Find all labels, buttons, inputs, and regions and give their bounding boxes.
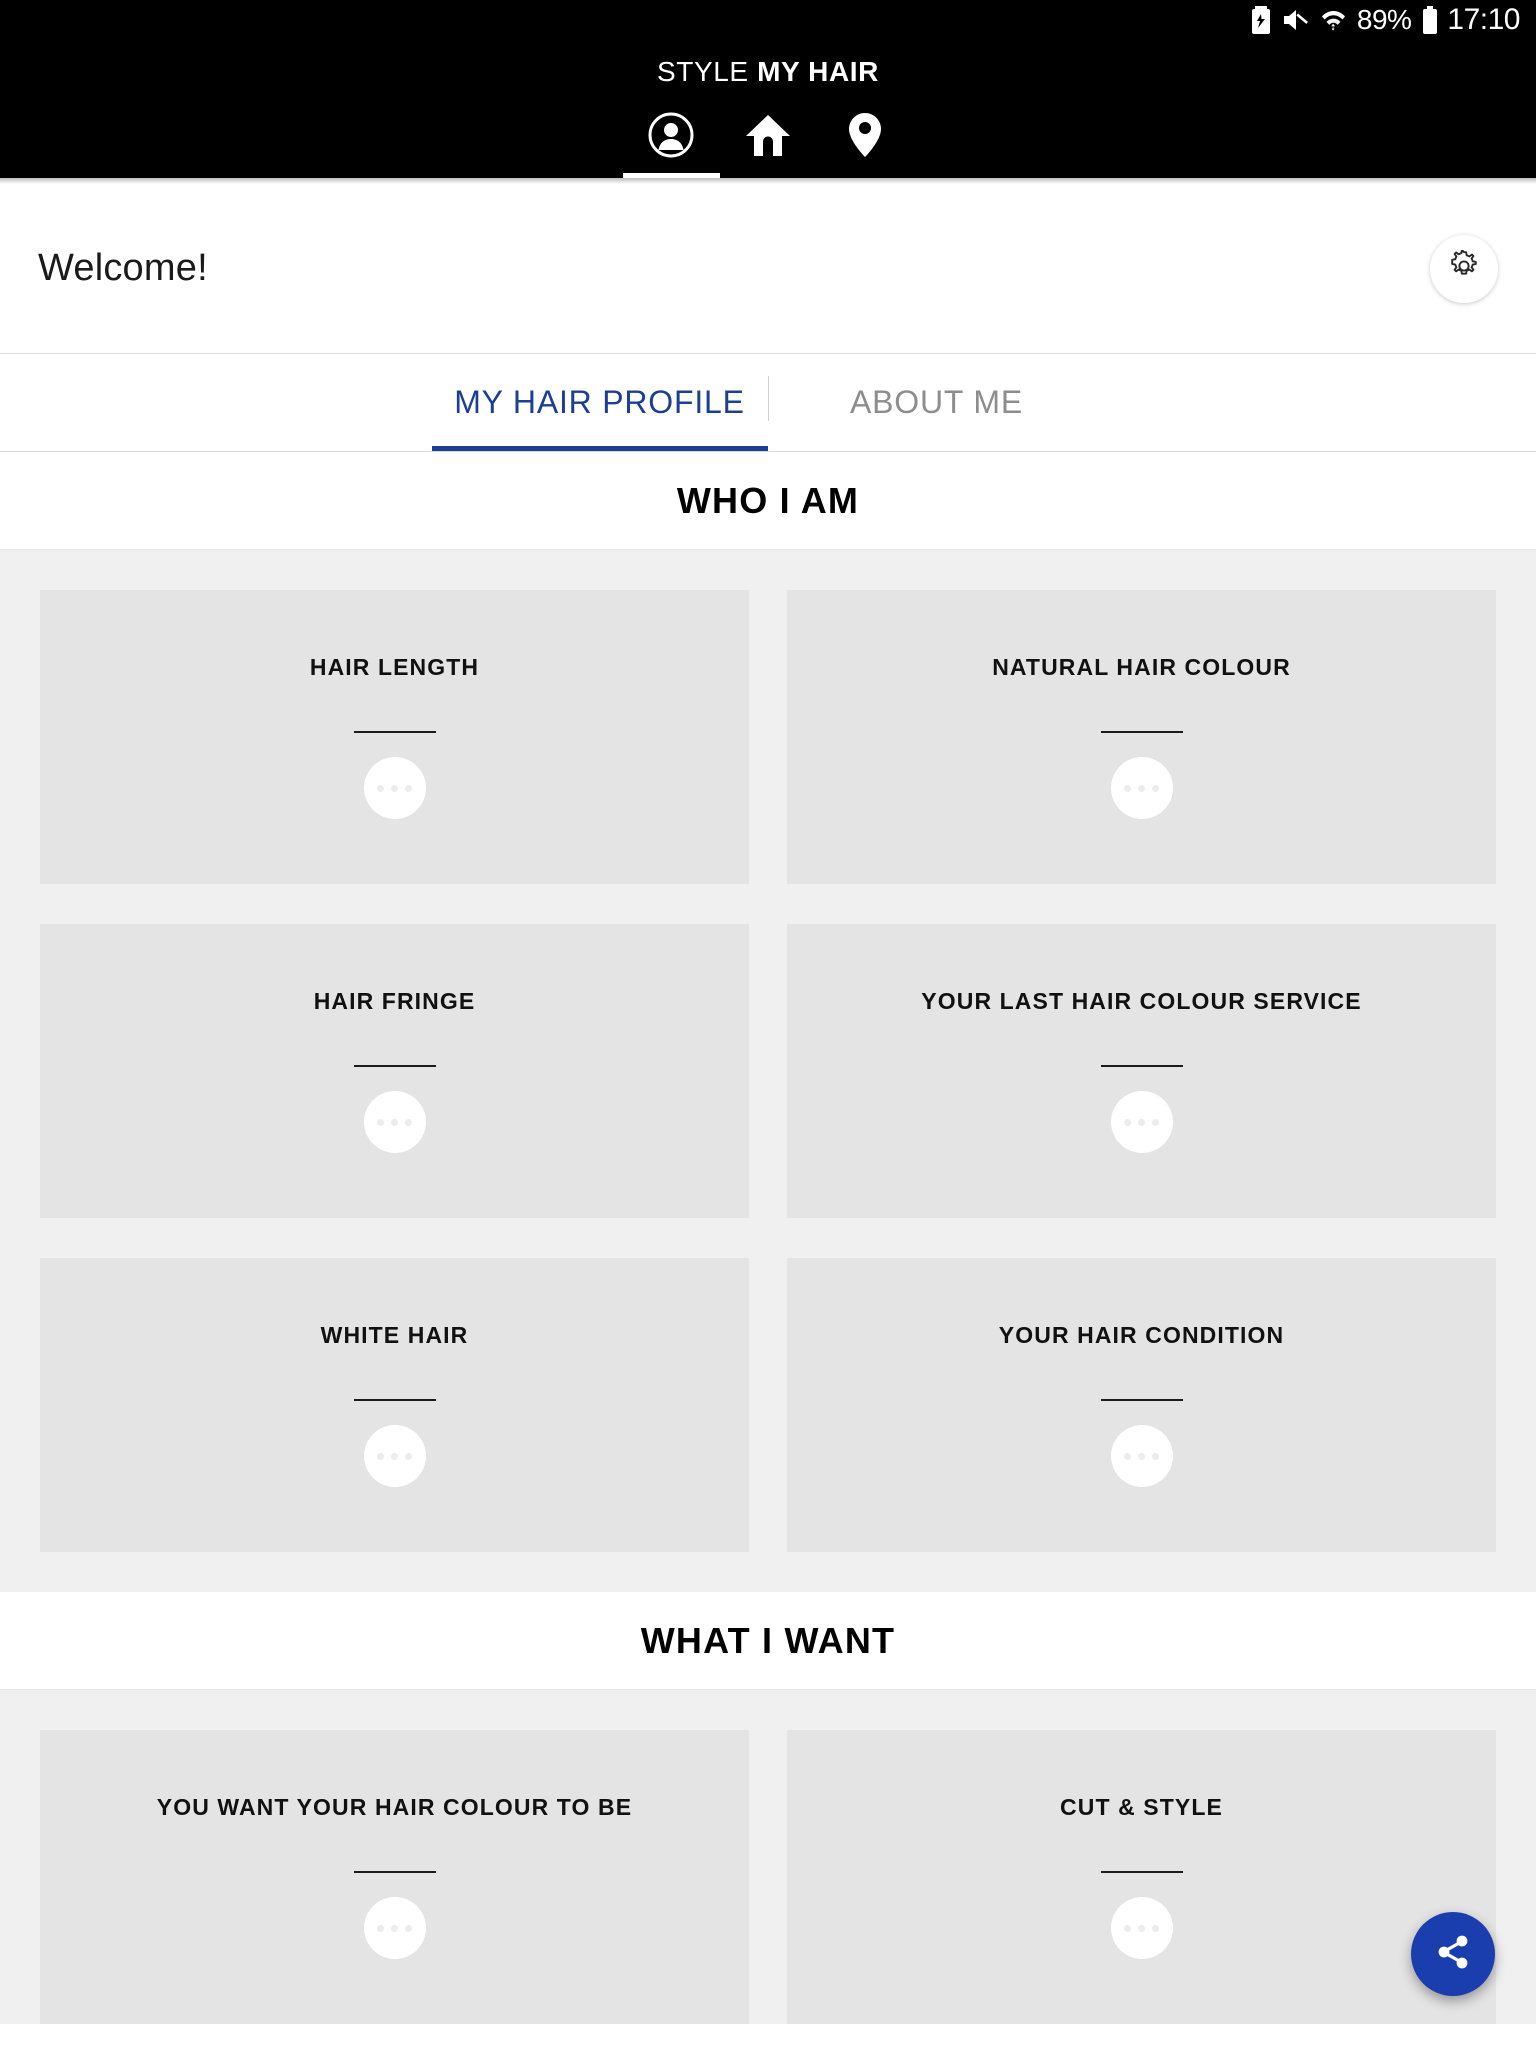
card-loading-dots-icon[interactable]	[1110, 757, 1173, 819]
card-title: YOUR HAIR CONDITION	[998, 1322, 1285, 1348]
battery-percent-label: 89%	[1356, 4, 1412, 35]
card-loading-dots-icon[interactable]	[363, 757, 426, 819]
profile-tabs: MY HAIR PROFILE ABOUT ME	[0, 354, 1536, 452]
section-header-who-i-am: WHO I AM	[0, 452, 1536, 550]
card-loading-dots-icon[interactable]	[363, 1897, 426, 1959]
card-natural-hair-colour[interactable]: NATURAL HAIR COLOUR	[787, 590, 1496, 884]
tab-about-me[interactable]: ABOUT ME	[769, 354, 1105, 451]
card-row: WHITE HAIR YOUR HAIR CONDITION	[40, 1258, 1496, 1552]
section-title: WHO I AM	[676, 479, 860, 521]
location-pin-icon	[848, 112, 882, 158]
card-title: HAIR FRINGE	[313, 988, 476, 1014]
app-title-bold: MY HAIR	[757, 56, 879, 87]
card-loading-dots-icon[interactable]	[1110, 1897, 1173, 1959]
card-row: YOU WANT YOUR HAIR COLOUR TO BE CUT & ST…	[40, 1730, 1496, 2024]
nav-tab-home[interactable]	[720, 106, 817, 178]
card-hair-colour-goal[interactable]: YOU WANT YOUR HAIR COLOUR TO BE	[40, 1730, 749, 2024]
battery-icon	[1422, 6, 1438, 34]
clock-label: 17:10	[1447, 3, 1520, 36]
battery-saver-icon	[1251, 6, 1271, 34]
section-title: WHAT I WANT	[640, 1619, 896, 1661]
status-bar: 89% 17:10	[0, 0, 1536, 40]
welcome-greeting: Welcome!	[38, 247, 208, 289]
wifi-icon	[1321, 7, 1346, 34]
card-hair-length[interactable]: HAIR LENGTH	[40, 590, 749, 884]
card-divider	[353, 1871, 436, 1873]
card-divider	[1100, 1871, 1183, 1873]
card-hair-fringe[interactable]: HAIR FRINGE	[40, 924, 749, 1218]
nav-tab-account[interactable]	[622, 106, 720, 178]
profile-scroll-area[interactable]: WHO I AM HAIR LENGTH NATURAL HAIR COLOUR…	[0, 452, 1536, 2024]
card-last-hair-colour-service[interactable]: YOUR LAST HAIR COLOUR SERVICE	[787, 924, 1496, 1218]
app-title: STYLE MY HAIR	[0, 40, 1536, 86]
card-grid-what-i-want: YOU WANT YOUR HAIR COLOUR TO BE CUT & ST…	[0, 1690, 1536, 2024]
card-loading-dots-icon[interactable]	[363, 1425, 426, 1487]
settings-button[interactable]	[1430, 234, 1498, 303]
tab-about-me-label: ABOUT ME	[850, 384, 1023, 420]
card-cut-and-style[interactable]: CUT & STYLE	[787, 1730, 1496, 2024]
card-grid-who-i-am: HAIR LENGTH NATURAL HAIR COLOUR HAIR FRI…	[0, 550, 1536, 1552]
share-button[interactable]	[1411, 1912, 1495, 1996]
top-nav	[0, 106, 1536, 178]
tab-my-hair-profile[interactable]: MY HAIR PROFILE	[431, 354, 768, 451]
tab-my-hair-profile-label: MY HAIR PROFILE	[454, 384, 745, 420]
card-divider	[1100, 1065, 1183, 1067]
card-divider	[353, 1399, 436, 1401]
card-title: YOUR LAST HAIR COLOUR SERVICE	[921, 988, 1362, 1014]
home-icon	[744, 112, 792, 158]
card-divider	[353, 731, 436, 733]
card-title: CUT & STYLE	[1060, 1794, 1223, 1820]
welcome-bar: Welcome!	[0, 184, 1536, 354]
card-white-hair[interactable]: WHITE HAIR	[40, 1258, 749, 1552]
card-loading-dots-icon[interactable]	[1110, 1425, 1173, 1487]
gear-icon	[1448, 249, 1480, 287]
app-screen: 89% 17:10 STYLE MY HAIR Welcome! MY HAIR…	[0, 0, 1536, 2048]
share-icon	[1433, 1932, 1473, 1977]
card-title: WHITE HAIR	[320, 1322, 469, 1348]
section-header-what-i-want: WHAT I WANT	[0, 1592, 1536, 1690]
card-row: HAIR FRINGE YOUR LAST HAIR COLOUR SERVIC…	[40, 924, 1496, 1218]
card-title: YOU WANT YOUR HAIR COLOUR TO BE	[156, 1794, 633, 1820]
card-divider	[353, 1065, 436, 1067]
app-title-light: STYLE	[656, 56, 758, 87]
card-divider	[1100, 1399, 1183, 1401]
card-row: HAIR LENGTH NATURAL HAIR COLOUR	[40, 590, 1496, 884]
card-divider	[1100, 731, 1183, 733]
nav-tab-salon-locator[interactable]	[817, 106, 914, 178]
app-bar: STYLE MY HAIR	[0, 40, 1536, 178]
volume-mute-icon	[1282, 7, 1310, 33]
account-circle-icon	[648, 112, 694, 158]
card-hair-condition[interactable]: YOUR HAIR CONDITION	[787, 1258, 1496, 1552]
card-loading-dots-icon[interactable]	[363, 1091, 426, 1153]
card-title: NATURAL HAIR COLOUR	[992, 654, 1291, 680]
card-loading-dots-icon[interactable]	[1110, 1091, 1173, 1153]
card-title: HAIR LENGTH	[309, 654, 480, 680]
